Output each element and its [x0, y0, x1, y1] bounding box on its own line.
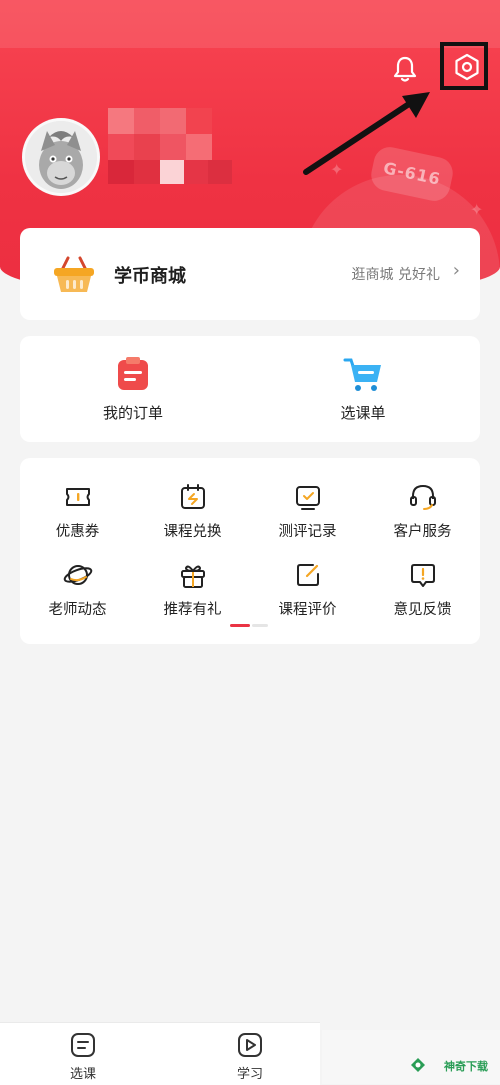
annotation-arrow-icon: [303, 92, 430, 175]
watermark: 神奇下载: [322, 1030, 500, 1084]
gift-icon: [180, 565, 205, 588]
calendar-exchange-icon: [180, 484, 205, 509]
page-indicator-active: [230, 624, 250, 627]
play-icon: [238, 1033, 262, 1057]
menu-label: 推荐有礼: [163, 602, 222, 618]
course-cart-label: 选课单: [340, 404, 386, 422]
services-menu-card: 优惠券 课程兑换 测评记录 客户服务 老师动态 推荐有礼 课程评价 意见反馈: [20, 458, 480, 644]
planet-icon: [63, 565, 92, 585]
page-indicator-inactive: [252, 624, 268, 627]
menu-item-teacher-updates[interactable]: 老师动态: [20, 560, 135, 619]
coin-shop-title: 学币商城: [114, 266, 186, 287]
edit-icon: [296, 564, 319, 586]
orders-card: 我的订单 选课单: [20, 336, 480, 442]
watermark-logo-icon: [411, 1058, 425, 1072]
menu-label: 意见反馈: [393, 602, 452, 618]
menu-label: 测评记录: [278, 524, 337, 540]
tab-study[interactable]: 学习: [200, 1031, 300, 1082]
menu-label: 老师动态: [48, 602, 107, 618]
menu-label: 课程评价: [278, 602, 337, 618]
feedback-icon: [410, 564, 435, 587]
bottom-tab-bar: 选课 学习: [0, 1022, 320, 1085]
order-list-icon: [118, 357, 148, 390]
headset-icon: [409, 484, 436, 510]
menu-page-indicator: [230, 624, 270, 627]
tab-label: 选课: [69, 1067, 96, 1082]
chevron-right-icon: ›: [452, 260, 460, 281]
assessment-icon: [295, 486, 320, 510]
course-cart-button[interactable]: 选课单: [288, 356, 438, 423]
cart-icon: [343, 358, 381, 391]
coin-shop-card[interactable]: 学币商城 逛商城 兑好礼 ›: [20, 228, 480, 320]
avatar[interactable]: [22, 118, 100, 196]
menu-item-referral-gift[interactable]: 推荐有礼: [135, 560, 250, 619]
avatar-mascot-icon: [25, 121, 97, 193]
menu-item-customer-service[interactable]: 客户服务: [365, 482, 480, 541]
settings-highlight-box: [440, 42, 488, 90]
menu-label: 课程兑换: [163, 524, 222, 540]
watermark-text: 神奇下载: [444, 1060, 488, 1073]
basket-icon: [54, 256, 94, 292]
course-list-icon: [71, 1033, 95, 1057]
bell-icon[interactable]: [390, 54, 420, 84]
menu-item-course-exchange[interactable]: 课程兑换: [135, 482, 250, 541]
tab-course-selection[interactable]: 选课: [33, 1031, 133, 1082]
menu-label: 优惠券: [55, 524, 100, 540]
tab-label: 学习: [236, 1067, 263, 1082]
coupon-icon: [65, 488, 90, 506]
my-orders-label: 我的订单: [102, 404, 163, 422]
my-orders-button[interactable]: 我的订单: [58, 356, 208, 423]
decoration-star-icon: ✦: [470, 200, 484, 219]
menu-item-coupon[interactable]: 优惠券: [20, 482, 135, 541]
status-bar-area: [0, 0, 500, 48]
menu-item-assessment[interactable]: 测评记录: [250, 482, 365, 541]
menu-label: 客户服务: [393, 524, 452, 540]
menu-item-feedback[interactable]: 意见反馈: [365, 560, 480, 619]
menu-item-course-review[interactable]: 课程评价: [250, 560, 365, 619]
username-mosaic: [108, 108, 258, 186]
coin-shop-subtitle: 逛商城 兑好礼: [351, 267, 440, 283]
